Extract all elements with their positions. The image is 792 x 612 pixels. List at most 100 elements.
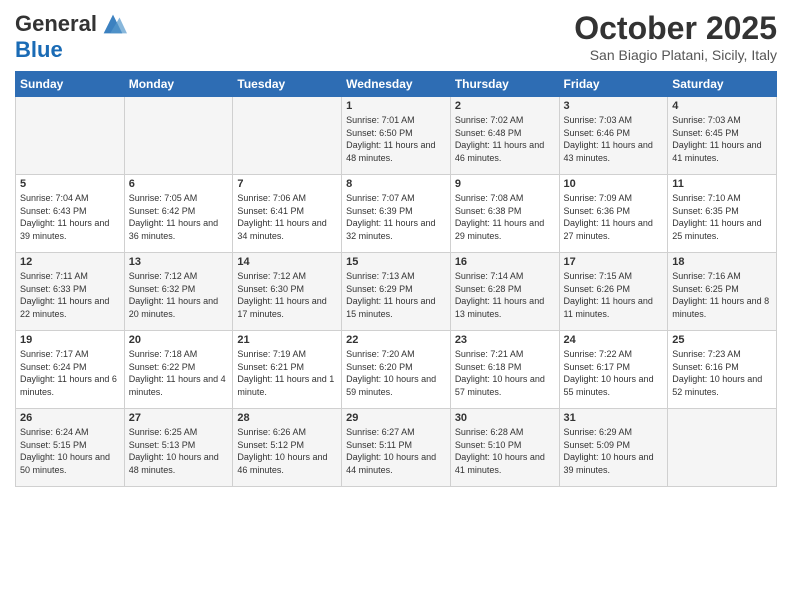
- day-info: Sunrise: 7:21 AM Sunset: 6:18 PM Dayligh…: [455, 348, 555, 398]
- day-info: Sunrise: 7:16 AM Sunset: 6:25 PM Dayligh…: [672, 270, 772, 320]
- day-number: 2: [455, 100, 555, 112]
- calendar-week-2: 5 Sunrise: 7:04 AM Sunset: 6:43 PM Daylig…: [16, 175, 777, 253]
- calendar-day-cell: 24 Sunrise: 7:22 AM Sunset: 6:17 PM Dayli…: [559, 331, 668, 409]
- day-info: Sunrise: 7:17 AM Sunset: 6:24 PM Dayligh…: [20, 348, 120, 398]
- day-info: Sunrise: 7:22 AM Sunset: 6:17 PM Dayligh…: [564, 348, 664, 398]
- day-number: 11: [672, 178, 772, 190]
- day-info: Sunrise: 7:06 AM Sunset: 6:41 PM Dayligh…: [237, 192, 337, 242]
- calendar-day-cell: 27 Sunrise: 6:25 AM Sunset: 5:13 PM Dayli…: [124, 409, 233, 487]
- day-number: 29: [346, 412, 446, 424]
- day-info: Sunrise: 7:09 AM Sunset: 6:36 PM Dayligh…: [564, 192, 664, 242]
- day-info: Sunrise: 7:03 AM Sunset: 6:45 PM Dayligh…: [672, 114, 772, 164]
- day-info: Sunrise: 7:11 AM Sunset: 6:33 PM Dayligh…: [20, 270, 120, 320]
- day-info: Sunrise: 7:07 AM Sunset: 6:39 PM Dayligh…: [346, 192, 446, 242]
- day-info: Sunrise: 7:04 AM Sunset: 6:43 PM Dayligh…: [20, 192, 120, 242]
- calendar-day-cell: [124, 97, 233, 175]
- day-info: Sunrise: 7:19 AM Sunset: 6:21 PM Dayligh…: [237, 348, 337, 398]
- day-number: 27: [129, 412, 229, 424]
- day-info: Sunrise: 6:24 AM Sunset: 5:15 PM Dayligh…: [20, 426, 120, 476]
- calendar-day-cell: 14 Sunrise: 7:12 AM Sunset: 6:30 PM Dayli…: [233, 253, 342, 331]
- calendar-week-3: 12 Sunrise: 7:11 AM Sunset: 6:33 PM Dayli…: [16, 253, 777, 331]
- day-number: 4: [672, 100, 772, 112]
- calendar-day-cell: 31 Sunrise: 6:29 AM Sunset: 5:09 PM Dayli…: [559, 409, 668, 487]
- day-number: 14: [237, 256, 337, 268]
- day-info: Sunrise: 7:05 AM Sunset: 6:42 PM Dayligh…: [129, 192, 229, 242]
- day-info: Sunrise: 7:14 AM Sunset: 6:28 PM Dayligh…: [455, 270, 555, 320]
- calendar-day-cell: 29Sunrise: 6:27 AM Sunset: 5:11 PM Dayli…: [342, 409, 451, 487]
- day-info: Sunrise: 6:26 AM Sunset: 5:12 PM Dayligh…: [237, 426, 337, 476]
- day-info: Sunrise: 7:23 AM Sunset: 6:16 PM Dayligh…: [672, 348, 772, 398]
- calendar-day-cell: 19 Sunrise: 7:17 AM Sunset: 6:24 PM Dayli…: [16, 331, 125, 409]
- day-info: Sunrise: 6:25 AM Sunset: 5:13 PM Dayligh…: [129, 426, 229, 476]
- day-number: 25: [672, 334, 772, 346]
- col-header-sunday: Sunday: [16, 72, 125, 97]
- day-number: 21: [237, 334, 337, 346]
- day-number: 31: [564, 412, 664, 424]
- col-header-wednesday: Wednesday: [342, 72, 451, 97]
- day-number: 18: [672, 256, 772, 268]
- day-number: 19: [20, 334, 120, 346]
- day-info: Sunrise: 7:20 AM Sunset: 6:20 PM Dayligh…: [346, 348, 446, 398]
- day-number: 13: [129, 256, 229, 268]
- day-number: 23: [455, 334, 555, 346]
- calendar-day-cell: 21 Sunrise: 7:19 AM Sunset: 6:21 PM Dayli…: [233, 331, 342, 409]
- day-info: Sunrise: 7:13 AM Sunset: 6:29 PM Dayligh…: [346, 270, 446, 320]
- calendar-day-cell: 7 Sunrise: 7:06 AM Sunset: 6:41 PM Daylig…: [233, 175, 342, 253]
- calendar-day-cell: 1Sunrise: 7:01 AM Sunset: 6:50 PM Daylig…: [342, 97, 451, 175]
- day-info: Sunrise: 7:10 AM Sunset: 6:35 PM Dayligh…: [672, 192, 772, 242]
- calendar-day-cell: 25 Sunrise: 7:23 AM Sunset: 6:16 PM Dayli…: [668, 331, 777, 409]
- calendar-header: General Blue October 2025 San Biagio Pla…: [15, 10, 777, 63]
- calendar-day-cell: 9 Sunrise: 7:08 AM Sunset: 6:38 PM Daylig…: [450, 175, 559, 253]
- calendar-day-cell: 15 Sunrise: 7:13 AM Sunset: 6:29 PM Dayli…: [342, 253, 451, 331]
- calendar-day-cell: 6Sunrise: 7:05 AM Sunset: 6:42 PM Daylig…: [124, 175, 233, 253]
- day-info: Sunrise: 6:28 AM Sunset: 5:10 PM Dayligh…: [455, 426, 555, 476]
- month-title: October 2025: [574, 10, 777, 47]
- day-number: 12: [20, 256, 120, 268]
- day-info: Sunrise: 7:02 AM Sunset: 6:48 PM Dayligh…: [455, 114, 555, 164]
- day-info: Sunrise: 7:15 AM Sunset: 6:26 PM Dayligh…: [564, 270, 664, 320]
- day-info: Sunrise: 6:29 AM Sunset: 5:09 PM Dayligh…: [564, 426, 664, 476]
- logo-blue: Blue: [15, 38, 127, 62]
- day-number: 9: [455, 178, 555, 190]
- calendar-day-cell: 11 Sunrise: 7:10 AM Sunset: 6:35 PM Dayli…: [668, 175, 777, 253]
- calendar-day-cell: 22 Sunrise: 7:20 AM Sunset: 6:20 PM Dayli…: [342, 331, 451, 409]
- day-number: 8: [346, 178, 446, 190]
- calendar-week-4: 19 Sunrise: 7:17 AM Sunset: 6:24 PM Dayli…: [16, 331, 777, 409]
- day-number: 7: [237, 178, 337, 190]
- calendar-day-cell: 10Sunrise: 7:09 AM Sunset: 6:36 PM Dayli…: [559, 175, 668, 253]
- day-number: 15: [346, 256, 446, 268]
- calendar-table: SundayMondayTuesdayWednesdayThursdayFrid…: [15, 71, 777, 487]
- day-info: Sunrise: 7:12 AM Sunset: 6:30 PM Dayligh…: [237, 270, 337, 320]
- day-info: Sunrise: 7:12 AM Sunset: 6:32 PM Dayligh…: [129, 270, 229, 320]
- col-header-thursday: Thursday: [450, 72, 559, 97]
- calendar-day-cell: 4 Sunrise: 7:03 AM Sunset: 6:45 PM Daylig…: [668, 97, 777, 175]
- calendar-day-cell: 30Sunrise: 6:28 AM Sunset: 5:10 PM Dayli…: [450, 409, 559, 487]
- day-number: 16: [455, 256, 555, 268]
- calendar-day-cell: 2 Sunrise: 7:02 AM Sunset: 6:48 PM Daylig…: [450, 97, 559, 175]
- calendar-day-cell: 18 Sunrise: 7:16 AM Sunset: 6:25 PM Dayli…: [668, 253, 777, 331]
- calendar-day-cell: 13 Sunrise: 7:12 AM Sunset: 6:32 PM Dayli…: [124, 253, 233, 331]
- col-header-monday: Monday: [124, 72, 233, 97]
- day-number: 28: [237, 412, 337, 424]
- day-number: 5: [20, 178, 120, 190]
- calendar-day-cell: [16, 97, 125, 175]
- calendar-day-cell: 5 Sunrise: 7:04 AM Sunset: 6:43 PM Daylig…: [16, 175, 125, 253]
- calendar-day-cell: 20Sunrise: 7:18 AM Sunset: 6:22 PM Dayli…: [124, 331, 233, 409]
- logo-icon: [99, 10, 127, 38]
- col-header-friday: Friday: [559, 72, 668, 97]
- calendar-day-cell: [668, 409, 777, 487]
- calendar-day-cell: 3Sunrise: 7:03 AM Sunset: 6:46 PM Daylig…: [559, 97, 668, 175]
- day-number: 26: [20, 412, 120, 424]
- day-number: 1: [346, 100, 446, 112]
- calendar-day-cell: [233, 97, 342, 175]
- calendar-week-1: 1Sunrise: 7:01 AM Sunset: 6:50 PM Daylig…: [16, 97, 777, 175]
- title-block: October 2025 San Biagio Platani, Sicily,…: [574, 10, 777, 63]
- day-info: Sunrise: 7:08 AM Sunset: 6:38 PM Dayligh…: [455, 192, 555, 242]
- calendar-day-cell: 8 Sunrise: 7:07 AM Sunset: 6:39 PM Daylig…: [342, 175, 451, 253]
- day-number: 22: [346, 334, 446, 346]
- calendar-day-cell: 16 Sunrise: 7:14 AM Sunset: 6:28 PM Dayli…: [450, 253, 559, 331]
- calendar-week-5: 26 Sunrise: 6:24 AM Sunset: 5:15 PM Dayli…: [16, 409, 777, 487]
- day-number: 3: [564, 100, 664, 112]
- day-number: 24: [564, 334, 664, 346]
- logo: General Blue: [15, 10, 127, 62]
